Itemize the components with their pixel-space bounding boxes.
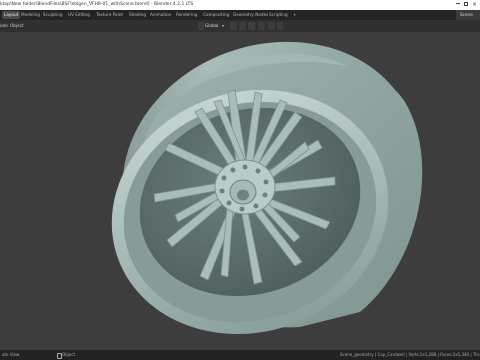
scene-selector[interactable]: Scene (456, 10, 480, 20)
tab-compositing[interactable]: Compositing (201, 11, 231, 19)
pivot-icon[interactable] (230, 22, 237, 30)
mode-label[interactable]: ode (0, 20, 8, 32)
tab-modeling[interactable]: Modeling (19, 11, 42, 19)
title-bar: ktop\New folder\BlendFiles\BSF\Volgen_VF… (0, 0, 480, 10)
tab-animation[interactable]: Animation (148, 11, 173, 19)
tab-scripting[interactable]: Scripting (267, 11, 290, 19)
menu-object[interactable]: Object (10, 20, 24, 32)
proportional-edit-icon[interactable] (258, 22, 265, 30)
wheel-render[interactable] (0, 32, 480, 350)
close-icon[interactable]: × (472, 0, 477, 9)
status-bar: ate View Object Scene_geometry | Cap_Car… (0, 350, 480, 360)
tab-sculpting[interactable]: Sculpting (41, 11, 65, 19)
snap-target-icon[interactable] (248, 22, 255, 30)
tab-shading[interactable]: Shading (127, 11, 148, 19)
status-middle: Object (62, 352, 76, 357)
snap-icon[interactable] (239, 22, 246, 30)
chevron-down-icon: ▾ (222, 23, 225, 28)
status-left: ate View (2, 352, 20, 357)
transform-orientation-select[interactable]: Global (205, 20, 218, 32)
scene-name: Scene (460, 12, 473, 17)
status-right: Scene_geometry | Cap_Cardwell | Verts:2x… (340, 352, 480, 357)
tab-uv-editing[interactable]: UV Editing (66, 11, 92, 19)
workspace-tab-bar: Layout Modeling Sculpting UV Editing Tex… (0, 10, 480, 20)
tab-rendering[interactable]: Rendering (174, 11, 199, 19)
wheel-center-bore (237, 189, 249, 201)
overlay-icon[interactable] (277, 22, 283, 30)
tab-geometry-nodes[interactable]: Geometry Nodes (231, 11, 270, 19)
minimize-icon[interactable] (456, 3, 460, 4)
viewport-header: ode Object Global ▾ (0, 20, 480, 32)
window-title: ktop\New folder\BlendFiles\BSF\Volgen_VF… (0, 2, 194, 7)
falloff-icon[interactable] (268, 22, 275, 30)
add-workspace-button[interactable]: + (291, 11, 299, 19)
maximize-icon[interactable] (464, 2, 468, 6)
tab-layout[interactable]: Layout (2, 11, 21, 19)
tab-texture-paint[interactable]: Texture Paint (94, 11, 125, 19)
orientation-icon (198, 22, 204, 30)
3d-viewport[interactable] (0, 32, 480, 350)
